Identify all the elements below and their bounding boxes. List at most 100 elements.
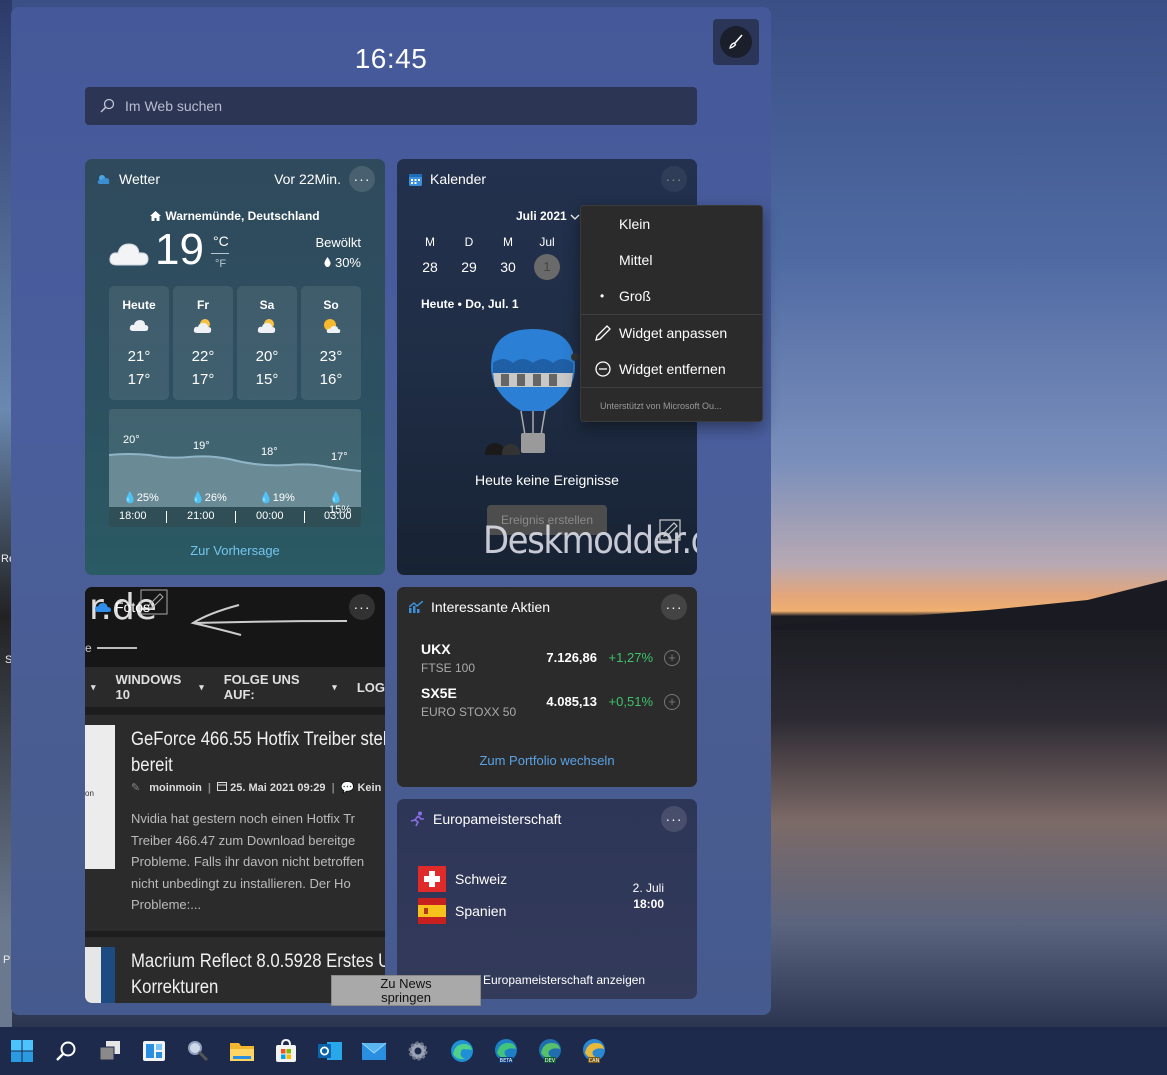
calendar-title: Kalender (430, 171, 487, 187)
article-title[interactable]: Macrium Reflect 8.0.5928 Erstes U (131, 949, 385, 975)
outlook-button[interactable] (314, 1035, 346, 1067)
day-low: 15° (255, 371, 279, 388)
windows-logo-icon (11, 1040, 33, 1062)
settings-button[interactable] (402, 1035, 434, 1067)
stock-change: +1,27% (608, 650, 653, 665)
widgets-button[interactable] (138, 1035, 170, 1067)
jump-to-news-button[interactable]: Zu News springen (331, 975, 481, 1006)
magnifier-app-button[interactable] (182, 1035, 214, 1067)
euro-link[interactable]: Europameisterschaft anzeigen (483, 973, 645, 987)
forecast-day[interactable]: Fr 22° 17° (173, 286, 233, 400)
banner-line (97, 647, 137, 649)
article-date: 25. Mai 2021 09:29 (230, 782, 326, 794)
menu-item-remove[interactable]: Widget entfernen (581, 351, 762, 387)
partly-sunny-icon (257, 319, 276, 333)
calendar-more-button[interactable]: ··· (661, 166, 687, 192)
photos-widget[interactable]: r.de e Fotos ··· ▾ WINDOWS 10 ▾ FOLGE UN… (85, 587, 385, 1003)
hour-temp: 20° (123, 434, 140, 446)
file-explorer-button[interactable] (226, 1035, 258, 1067)
search-icon (100, 98, 115, 113)
desktop-icon-label[interactable]: P (3, 954, 10, 966)
folder-icon (230, 1043, 254, 1061)
personalize-button[interactable] (713, 19, 759, 65)
article-title[interactable]: bereit (131, 753, 173, 779)
month-selector[interactable]: Juli 2021 (516, 209, 580, 223)
euro-championship-widget[interactable]: Europameisterschaft ··· Schweiz Spanien … (397, 799, 697, 999)
task-view-button[interactable] (94, 1035, 126, 1067)
nav-item[interactable]: WINDOWS 10 (116, 672, 196, 702)
taskbar: BETA DEV CAN (0, 1027, 1167, 1075)
forecast-day[interactable]: Heute 21° 17° (109, 286, 169, 400)
home-icon (150, 211, 162, 221)
unit-divider (211, 253, 229, 254)
photos-title: Fotos (115, 599, 151, 615)
excerpt-line: Probleme:... (131, 897, 202, 912)
hour-precip-value: 19% (272, 492, 295, 504)
hourly-forecast: 20° 19° 18° 17° 💧25% 💧26% 💧19% 💧15% 18:0… (109, 409, 361, 527)
stocks-more-button[interactable]: ··· (661, 594, 687, 620)
forecast-link[interactable]: Zur Vorhersage (85, 543, 385, 558)
weather-widget[interactable]: Wetter Vor 22Min. ··· Warnemünde, Deutsc… (85, 159, 385, 575)
comment-icon: 💬 (340, 782, 355, 794)
team-name: Schweiz (455, 871, 508, 887)
panel-clock: 16:45 (354, 43, 428, 74)
mail-button[interactable] (358, 1035, 390, 1067)
add-stock-icon[interactable]: + (664, 694, 680, 710)
unit-fahrenheit[interactable]: °F (215, 258, 226, 270)
article-title[interactable]: Korrekturen (131, 975, 218, 1001)
calendar-today-date[interactable]: 1 (534, 254, 560, 280)
forecast-day[interactable]: Sa 20° 15° (237, 286, 297, 400)
euro-more-button[interactable]: ··· (661, 806, 687, 832)
web-search-box[interactable] (85, 87, 697, 125)
excerpt-line: nicht unbedingt zu installieren. Der Ho (131, 875, 351, 891)
article-thumbnail[interactable] (85, 947, 115, 1003)
edge-button[interactable] (446, 1035, 478, 1067)
edge-dev-button[interactable]: DEV (534, 1035, 566, 1067)
article-title[interactable]: GeForce 466.55 Hotfix Treiber steh (131, 727, 385, 753)
svg-text:BETA: BETA (500, 1058, 513, 1064)
article-author[interactable]: moinmoin (149, 782, 202, 794)
add-stock-icon[interactable]: + (664, 650, 680, 666)
hour-precip-value: 26% (204, 492, 227, 504)
brush-icon (729, 34, 743, 49)
widget-context-menu: Klein Mittel • Groß Widget anpassen Widg… (580, 205, 763, 422)
stock-price: 4.085,13 (546, 694, 597, 709)
edge-beta-button[interactable]: BETA (490, 1035, 522, 1067)
no-events-text: Heute keine Ereignisse (475, 472, 619, 488)
calendar-icon (217, 782, 228, 791)
weather-location[interactable]: Warnemünde, Deutschland (85, 209, 385, 223)
store-button[interactable] (270, 1035, 302, 1067)
forecast-day[interactable]: So 23° 16° (301, 286, 361, 400)
edge-icon (451, 1040, 473, 1062)
match-time: 18:00 (633, 897, 664, 911)
menu-item-customize[interactable]: Widget anpassen (581, 315, 762, 351)
weather-title: Wetter (119, 171, 160, 187)
weather-more-button[interactable]: ··· (349, 166, 375, 192)
hour-time: 18:00 (119, 510, 147, 522)
nav-item[interactable]: FOLGE UNS AUF: (224, 672, 329, 702)
stocks-widget[interactable]: Interessante Aktien ··· UKX FTSE 100 7.1… (397, 587, 697, 787)
start-button[interactable] (6, 1035, 38, 1067)
portfolio-link[interactable]: Zum Portfolio wechseln (397, 753, 697, 768)
euro-header: Europameisterschaft (397, 799, 697, 839)
stock-price: 7.126,86 (546, 650, 597, 665)
hour-time: 00:00 (256, 510, 284, 522)
calendar-app-icon (409, 173, 422, 186)
taskbar-search-button[interactable] (50, 1035, 82, 1067)
menu-label: Mittel (619, 252, 653, 268)
unit-celsius[interactable]: °C (213, 233, 229, 249)
hour-separator (304, 511, 305, 523)
calendar-date[interactable]: 30 (496, 259, 520, 275)
article-comments[interactable]: Kein (357, 782, 381, 794)
calendar-date[interactable]: 28 (418, 259, 442, 275)
excerpt-line: Probleme. Falls ihr davon nicht betroffe… (131, 854, 365, 869)
menu-item-small[interactable]: Klein (581, 206, 762, 242)
nav-item[interactable]: LOG (357, 680, 385, 695)
calendar-date[interactable]: 29 (457, 259, 481, 275)
photos-more-button[interactable]: ··· (349, 594, 375, 620)
edge-canary-button[interactable]: CAN (578, 1035, 610, 1067)
menu-item-medium[interactable]: Mittel (581, 242, 762, 278)
menu-item-large[interactable]: • Groß (581, 278, 762, 314)
search-input[interactable] (125, 98, 625, 114)
article-thumbnail[interactable]: on (85, 725, 115, 869)
